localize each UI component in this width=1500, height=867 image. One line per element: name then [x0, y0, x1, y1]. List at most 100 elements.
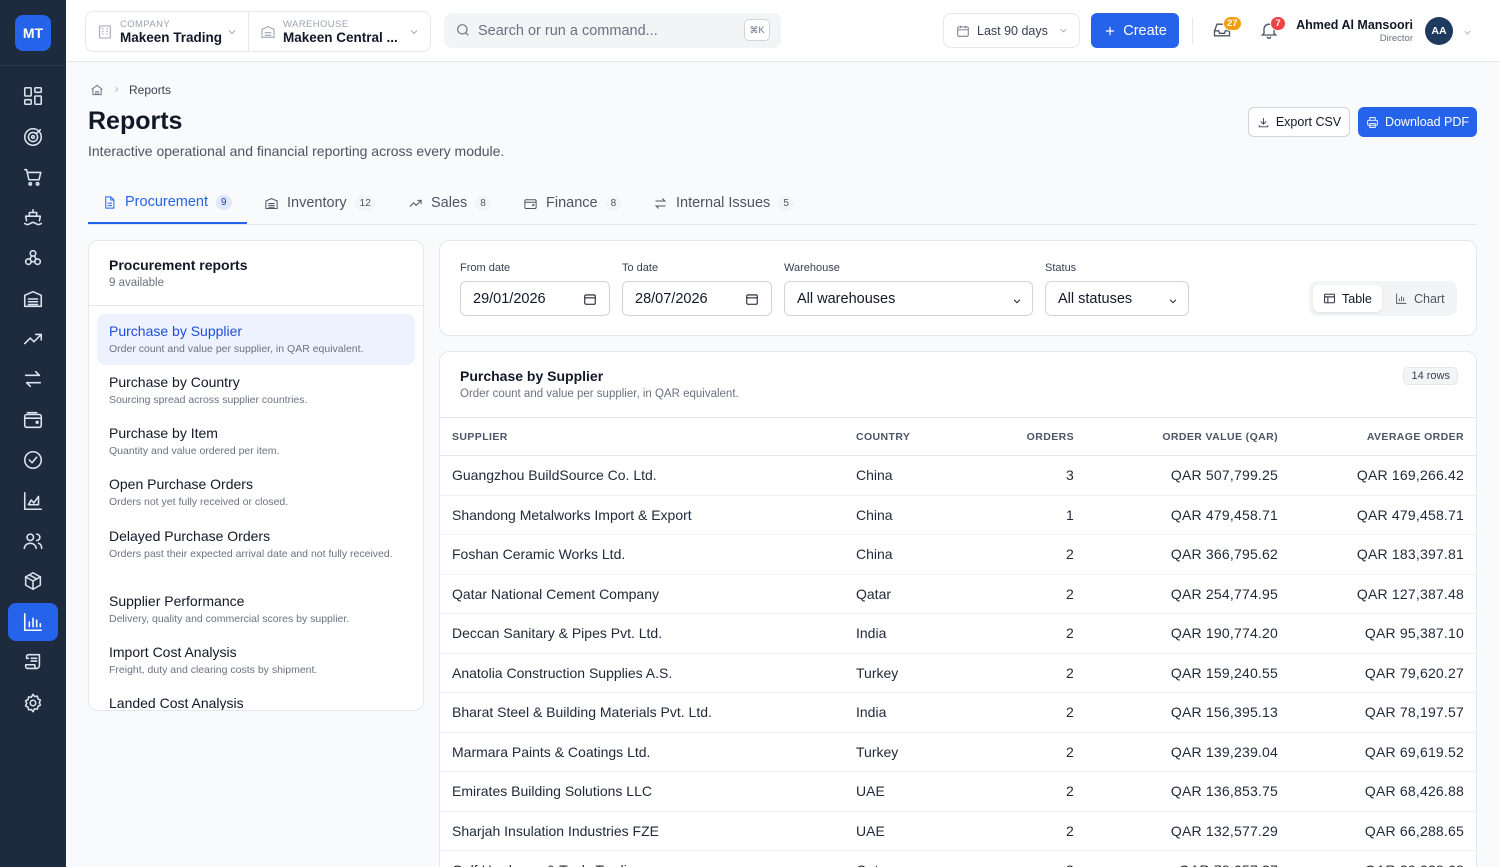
table-row[interactable]: Emirates Building Solutions LLC UAE 2 QAR 1…: [440, 771, 1476, 812]
from-date-field[interactable]: 29/01/2026: [460, 281, 610, 316]
tab-inventory[interactable]: Inventory 12: [264, 182, 376, 224]
table-row[interactable]: Qatar National Cement Company Qatar 2 QAR 2…: [440, 574, 1476, 614]
table-row[interactable]: Gulf Hardware & Tools TradingQatar2QAR 7…: [440, 850, 1476, 867]
warehouse-icon: [265, 197, 278, 209]
create-button[interactable]: Create: [1091, 13, 1179, 48]
calendar-icon: [956, 24, 970, 41]
cell-average-order: QAR 183,397.81: [1290, 534, 1476, 575]
cell-country: China: [844, 534, 974, 575]
nav-approvals[interactable]: [8, 441, 58, 479]
warehouse-value: Makeen Central ...: [283, 30, 398, 45]
cell-average-order: QAR 66,288.65: [1290, 811, 1476, 851]
view-table-button[interactable]: Table: [1313, 285, 1382, 312]
nav-products[interactable]: [8, 562, 58, 600]
nav-targets[interactable]: [8, 118, 58, 156]
nav-purchasing[interactable]: [8, 158, 58, 196]
to-date-label: To date: [622, 262, 659, 274]
printer-icon: [1367, 116, 1378, 128]
export-csv-button[interactable]: Export CSV: [1248, 107, 1350, 137]
nav-sales[interactable]: [8, 320, 58, 358]
table-row[interactable]: Shandong Metalworks Import & Export China…: [440, 495, 1476, 535]
column-header-country[interactable]: COUNTRY: [844, 417, 974, 456]
cell-orders: 2: [974, 613, 1086, 654]
nav-analytics[interactable]: [8, 482, 58, 520]
cell-supplier: Deccan Sanitary & Pipes Pvt. Ltd.: [440, 613, 844, 654]
cell-orders: 2: [974, 692, 1086, 733]
nav-ledger[interactable]: [8, 643, 58, 681]
report-item-purchase-by-supplier[interactable]: Purchase by Supplier Order count and val…: [97, 314, 415, 365]
cell-supplier: Gulf Hardware & Tools Trading: [440, 850, 844, 867]
report-item-purchase-by-item[interactable]: Purchase by Item Quantity and value orde…: [97, 416, 415, 467]
report-item-title: Purchase by Country: [109, 374, 240, 390]
tab-label: Inventory: [287, 195, 347, 211]
notifications-button[interactable]: 7: [1259, 16, 1286, 42]
report-list-panel: Procurement reports 9 available Purchase…: [88, 240, 424, 711]
report-item-open-purchase-orders[interactable]: Open Purchase Orders Orders not yet full…: [97, 467, 415, 518]
cell-order-value: QAR 136,853.75: [1086, 771, 1290, 812]
table-row[interactable]: Marmara Paints & Coatings Ltd. Turkey 2 QAR…: [440, 732, 1476, 772]
report-item-supplier-performance[interactable]: Supplier Performance Delivery, quality a…: [97, 584, 415, 635]
status-select-value: All statuses: [1058, 290, 1133, 307]
from-date-value: 29/01/2026: [473, 290, 546, 307]
nav-shipments[interactable]: [8, 199, 58, 237]
column-header-order-value[interactable]: ORDER VALUE (QAR): [1086, 417, 1290, 456]
nav-warehouse[interactable]: [8, 280, 58, 318]
table-row[interactable]: Deccan Sanitary & Pipes Pvt. Ltd. India 2 Q…: [440, 613, 1476, 654]
tab-procurement[interactable]: Procurement 9: [88, 182, 247, 224]
avatar: AA: [1425, 17, 1453, 45]
cell-supplier: Emirates Building Solutions LLC: [440, 771, 844, 812]
tab-sales[interactable]: Sales 8: [408, 182, 491, 224]
check-circle-icon: [23, 450, 43, 470]
nav-reports[interactable]: [8, 603, 58, 641]
table-row[interactable]: Anatolia Construction Supplies A.S. Turke…: [440, 653, 1476, 693]
report-item-purchase-by-country[interactable]: Purchase by Country Sourcing spread acro…: [97, 365, 415, 416]
nav-dashboard[interactable]: [8, 77, 58, 115]
column-header-supplier[interactable]: SUPPLIER: [440, 417, 844, 456]
tab-internal-issues[interactable]: Internal Issues 5: [653, 182, 794, 224]
report-item-desc: Orders not yet fully received or closed.: [109, 496, 289, 508]
building-icon: [97, 24, 113, 40]
calendar-icon: [745, 292, 759, 310]
report-item-landed-cost-analysis[interactable]: Landed Cost Analysis: [97, 686, 415, 710]
warehouse-select[interactable]: All warehouses: [784, 281, 1033, 316]
nav-transfers[interactable]: [8, 360, 58, 398]
download-pdf-button[interactable]: Download PDF: [1358, 107, 1477, 137]
report-table: SUPPLIER COUNTRY ORDERS ORDER VALUE (QAR…: [440, 417, 1476, 867]
table-row[interactable]: Sharjah Insulation Industries FZE UAE 2 QAR…: [440, 811, 1476, 851]
cell-order-value: QAR 78,057.37: [1086, 850, 1290, 867]
status-select[interactable]: All statuses: [1045, 281, 1189, 316]
report-item-title: Import Cost Analysis: [109, 644, 237, 660]
date-range-selector[interactable]: Last 90 days: [943, 13, 1080, 48]
nav-users[interactable]: [8, 522, 58, 560]
nav-finance[interactable]: [8, 401, 58, 439]
inbox-button[interactable]: 27: [1212, 16, 1242, 42]
app-logo[interactable]: MT: [15, 15, 51, 51]
cell-orders: 3: [974, 455, 1086, 496]
table-row[interactable]: Bharat Steel & Building Materials Pvt. L…: [440, 692, 1476, 733]
table-row[interactable]: Guangzhou BuildSource Co. Ltd. China 3 QAR …: [440, 455, 1476, 496]
warehouse-icon: [23, 290, 43, 308]
nav-settings[interactable]: [8, 684, 58, 722]
tab-finance[interactable]: Finance 8: [523, 182, 622, 224]
report-item-desc: Order count and value per supplier, in Q…: [109, 343, 364, 355]
search-input[interactable]: [478, 13, 738, 48]
company-selector[interactable]: COMPANY Makeen Trading: [86, 12, 248, 51]
nav-network[interactable]: [8, 239, 58, 277]
to-date-field[interactable]: 28/07/2026: [622, 281, 772, 316]
chart-area-icon: [23, 491, 43, 511]
table-row[interactable]: Foshan Ceramic Works Ltd. China 2 QAR 366,7…: [440, 534, 1476, 575]
user-menu[interactable]: Ahmed Al Mansoori Director AA: [1296, 17, 1471, 47]
column-header-orders[interactable]: ORDERS: [974, 417, 1086, 456]
cell-average-order: QAR 78,197.57: [1290, 692, 1476, 733]
context-switcher: COMPANY Makeen Trading WAREHOUSE Makeen …: [85, 11, 431, 52]
view-chart-button[interactable]: Chart: [1385, 285, 1455, 312]
warehouse-filter-label: Warehouse: [784, 262, 840, 274]
column-header-average-order[interactable]: AVERAGE ORDER: [1290, 417, 1476, 456]
cell-order-value: QAR 190,774.20: [1086, 613, 1290, 654]
cell-supplier: Anatolia Construction Supplies A.S.: [440, 653, 844, 693]
report-item-import-cost-analysis[interactable]: Import Cost Analysis Freight, duty and c…: [97, 635, 415, 686]
report-item-delayed-purchase-orders[interactable]: Delayed Purchase Orders Orders past thei…: [97, 519, 415, 570]
chevron-right-icon: [115, 87, 119, 92]
home-icon[interactable]: [90, 83, 104, 97]
warehouse-selector[interactable]: WAREHOUSE Makeen Central ...: [248, 12, 430, 51]
